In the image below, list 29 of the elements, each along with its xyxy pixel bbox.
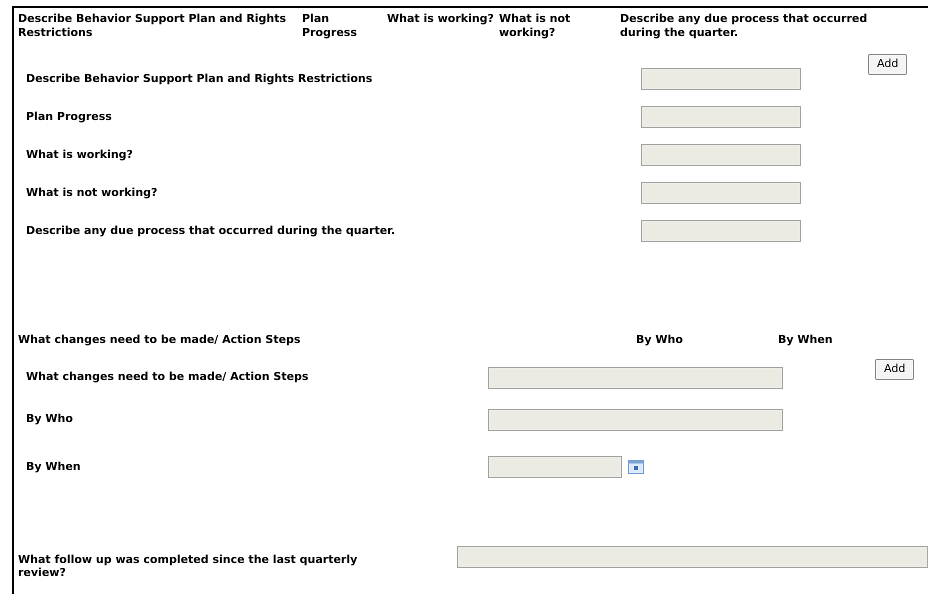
input-field[interactable] [641,144,801,166]
input-field[interactable] [488,366,783,388]
field-label: What is working? [26,146,134,163]
input-field[interactable] [641,68,801,90]
input-field[interactable] [641,220,801,242]
input-field[interactable] [641,106,801,128]
field-label: What changes need to be made/ Action Steps [26,369,310,386]
column-header: What changes need to be made/ Action Steps [18,332,302,348]
column-header: What is not working? [499,12,572,41]
field-label: What is not working? [26,184,158,201]
column-header: What is working? [387,12,495,27]
column-header: Plan Progress [302,12,358,41]
input-field[interactable] [641,182,801,204]
field-label: By When [26,458,82,475]
field-label: Describe any due process that occurred during the quarter. [26,222,396,239]
add-button[interactable]: Add [868,54,908,75]
field-label: Plan Progress [26,108,113,125]
column-header: Describe any due process that occurred during the quarter. [620,12,868,41]
field-label: What follow up was completed since the last quarterly review? [18,552,358,579]
field-label: By Who [26,411,74,428]
column-header: Describe Behavior Support Plan and Rights Restrictions [18,12,288,41]
column-header: By Who [636,332,684,348]
input-field[interactable] [488,408,783,430]
add-button[interactable]: Add [875,359,914,380]
column-header: By When [778,332,834,348]
input-field[interactable] [488,456,622,478]
input-field[interactable] [457,546,928,568]
calendar-icon[interactable] [628,460,644,474]
field-label: Describe Behavior Support Plan and Rights Restrictions [26,70,374,87]
